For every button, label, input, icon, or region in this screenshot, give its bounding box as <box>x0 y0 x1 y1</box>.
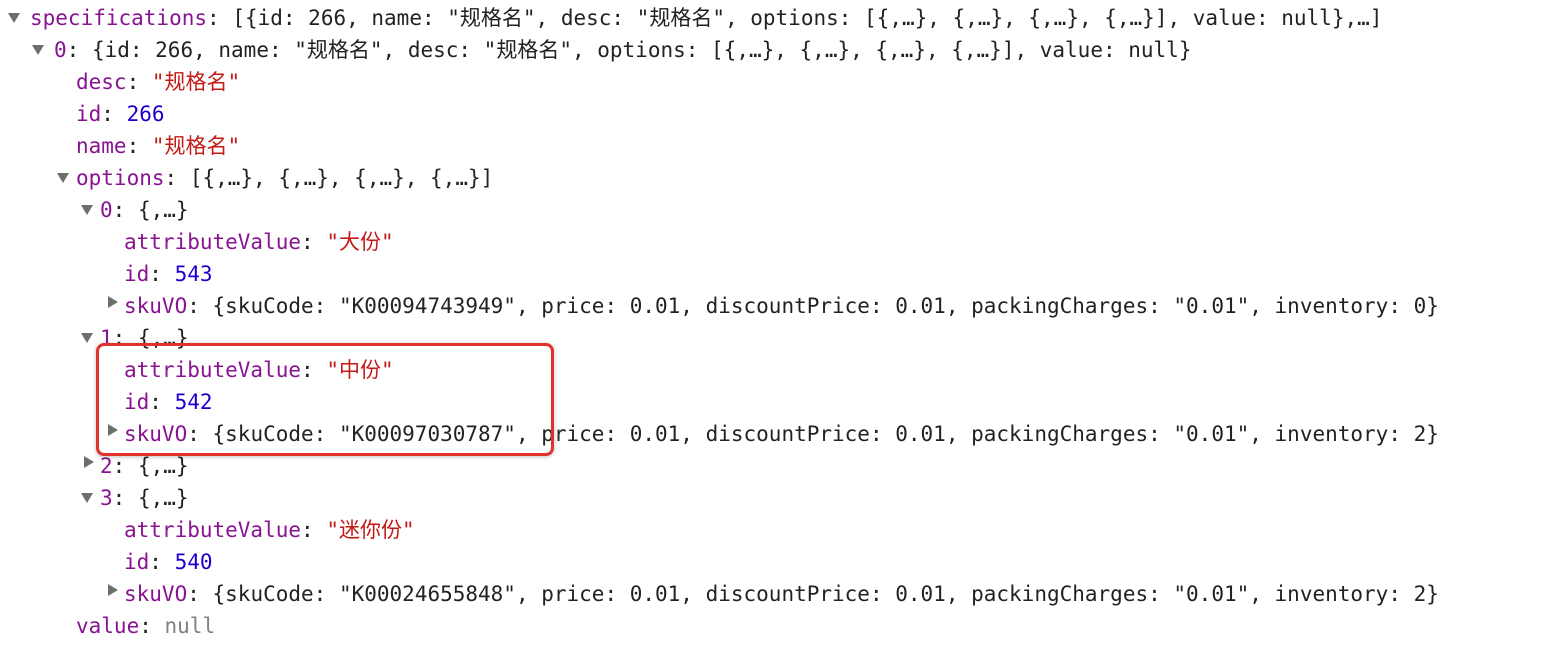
property-preview: {,…} <box>137 198 189 222</box>
property-key: value <box>76 614 140 638</box>
tree-row-sku-vo[interactable]: skuVO: {skuCode: "K00024655848", price: … <box>124 578 1439 610</box>
tree-row-spec-0[interactable]: 0: {id: 266, name: "规格名", desc: "规格名", o… <box>54 34 1191 66</box>
property-preview: {id: 266, name: "规格名", desc: "规格名", opti… <box>91 38 1192 62</box>
property-key: attributeValue <box>124 358 302 382</box>
expand-triangle-icon[interactable] <box>81 333 93 343</box>
tree-row-sku-vo[interactable]: skuVO: {skuCode: "K00097030787", price: … <box>124 418 1439 450</box>
tree-row-attribute-value: attributeValue: "中份" <box>124 358 394 382</box>
tree-row-option-2[interactable]: 2: {,…} <box>100 450 189 482</box>
expand-triangle-icon[interactable] <box>108 424 118 436</box>
property-key: id <box>76 102 102 126</box>
tree-row-id: id: 540 <box>124 550 213 574</box>
expand-triangle-icon[interactable] <box>81 493 93 503</box>
property-preview: {skuCode: "K00024655848", price: 0.01, d… <box>212 582 1439 606</box>
property-preview: {,…} <box>137 486 189 510</box>
property-key: attributeValue <box>124 230 302 254</box>
property-value: "中份" <box>326 358 394 382</box>
expand-triangle-icon[interactable] <box>84 456 94 468</box>
tree-row-sku-vo[interactable]: skuVO: {skuCode: "K00094743949", price: … <box>124 290 1439 322</box>
property-key: 2 <box>100 454 113 478</box>
tree-row-id: id: 266 <box>76 102 165 126</box>
property-key: 3 <box>100 486 113 510</box>
property-value: 266 <box>126 102 165 126</box>
property-key: skuVO <box>124 294 188 318</box>
property-value: "大份" <box>326 230 394 254</box>
expand-triangle-icon[interactable] <box>8 13 20 23</box>
tree-row-value: value: null <box>76 614 216 638</box>
property-key: id <box>124 390 150 414</box>
tree-row-option-3[interactable]: 3: {,…} <box>100 482 189 514</box>
tree-row-name: name: "规格名" <box>76 134 241 158</box>
property-key: id <box>124 550 150 574</box>
property-key: id <box>124 262 150 286</box>
property-preview: {skuCode: "K00094743949", price: 0.01, d… <box>212 294 1439 318</box>
property-preview: {,…} <box>137 454 189 478</box>
property-value: 542 <box>174 390 213 414</box>
property-preview: {,…} <box>137 326 189 350</box>
property-key: 0 <box>54 38 67 62</box>
tree-row-options[interactable]: options: [{,…}, {,…}, {,…}, {,…}] <box>76 162 493 194</box>
property-key: name <box>76 134 127 158</box>
tree-row-specifications[interactable]: specifications: [{id: 266, name: "规格名", … <box>30 2 1382 34</box>
property-preview: {skuCode: "K00097030787", price: 0.01, d… <box>212 422 1439 446</box>
property-value: "迷你份" <box>326 518 415 542</box>
property-preview: [{id: 266, name: "规格名", desc: "规格名", opt… <box>232 6 1383 30</box>
property-value: 543 <box>174 262 213 286</box>
property-preview: [{,…}, {,…}, {,…}, {,…}] <box>189 166 494 190</box>
property-key: 1 <box>100 326 113 350</box>
tree-row-attribute-value: attributeValue: "迷你份" <box>124 518 415 542</box>
expand-triangle-icon[interactable] <box>81 205 93 215</box>
property-key: 0 <box>100 198 113 222</box>
tree-row-desc: desc: "规格名" <box>76 70 241 94</box>
expand-triangle-icon[interactable] <box>108 584 118 596</box>
tree-row-option-0[interactable]: 0: {,…} <box>100 194 189 226</box>
property-key: options <box>76 166 165 190</box>
property-key: attributeValue <box>124 518 302 542</box>
expand-triangle-icon[interactable] <box>108 296 118 308</box>
property-value: 540 <box>174 550 213 574</box>
expand-triangle-icon[interactable] <box>57 173 69 183</box>
tree-row-id: id: 542 <box>124 390 213 414</box>
tree-row-id: id: 543 <box>124 262 213 286</box>
property-key: specifications <box>30 6 208 30</box>
property-value: "规格名" <box>151 134 241 158</box>
property-key: desc <box>76 70 127 94</box>
tree-row-attribute-value: attributeValue: "大份" <box>124 230 394 254</box>
property-key: skuVO <box>124 582 188 606</box>
expand-triangle-icon[interactable] <box>32 45 44 55</box>
property-value: "规格名" <box>151 70 241 94</box>
tree-row-option-1[interactable]: 1: {,…} <box>100 322 189 354</box>
property-value: null <box>164 614 216 638</box>
property-key: skuVO <box>124 422 188 446</box>
